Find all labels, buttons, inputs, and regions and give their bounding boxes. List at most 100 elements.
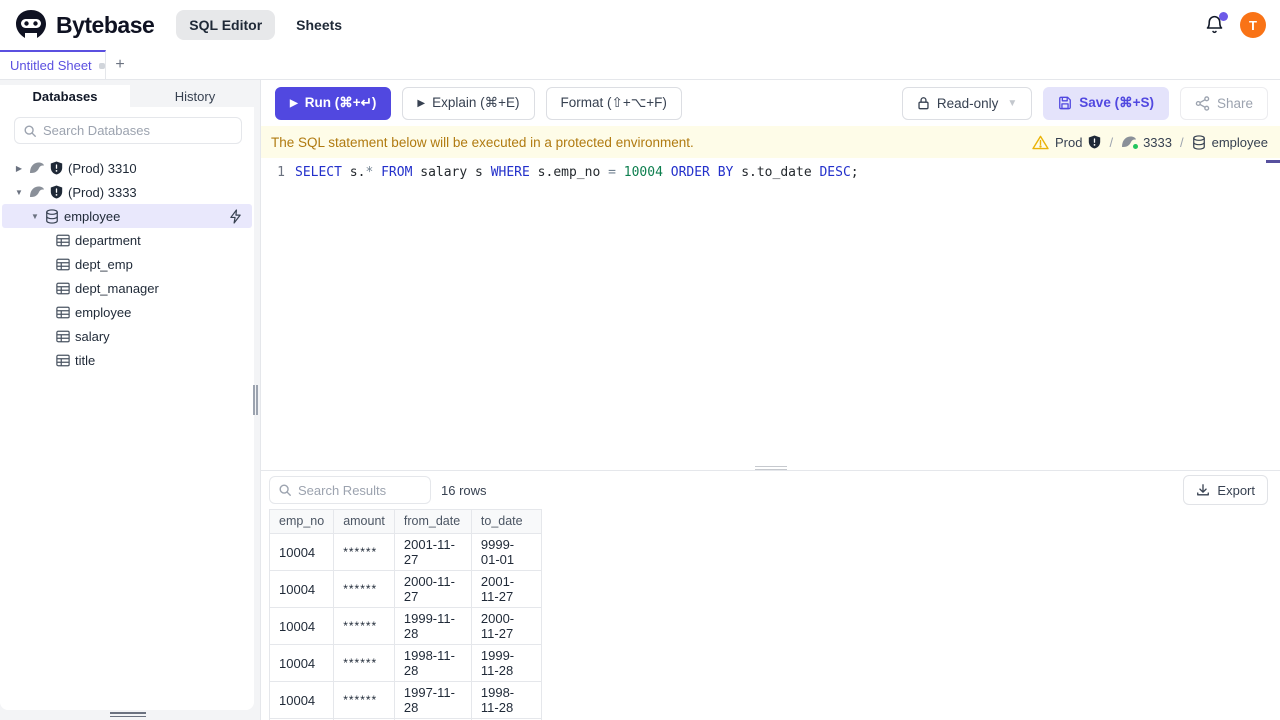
cell: 9999-01-01 — [470, 533, 542, 571]
instance-prod-3333[interactable]: ▼ (Prod) 3333 — [0, 180, 254, 204]
database-search[interactable] — [14, 117, 242, 144]
results-header: 16 rows Export — [261, 471, 1280, 509]
results-grid-container[interactable]: emp_no amount from_date to_date 10004 ******… — [261, 509, 1280, 720]
chevron-right-icon[interactable]: ▶ — [14, 164, 24, 173]
warning-icon — [1032, 135, 1049, 150]
mysql-icon — [29, 185, 45, 199]
search-icon — [278, 483, 292, 497]
tab-untitled-sheet[interactable]: Untitled Sheet — [0, 50, 106, 79]
results-search-input[interactable] — [298, 482, 422, 498]
column-header-amount[interactable]: amount — [333, 509, 395, 534]
table-item-department[interactable]: department — [0, 228, 254, 252]
chevron-down-icon[interactable]: ▼ — [30, 212, 40, 221]
unsaved-indicator — [98, 62, 105, 69]
database-icon — [1192, 134, 1206, 150]
database-name[interactable]: employee — [1212, 135, 1268, 150]
instance-link[interactable] — [1121, 135, 1139, 149]
column-header-emp_no[interactable]: emp_no — [268, 509, 335, 534]
separator: / — [1180, 134, 1184, 150]
sql-editor[interactable]: 1 SELECT s.* FROM salary s WHERE s.emp_n… — [261, 158, 1280, 470]
table-icon — [56, 306, 70, 319]
instance-prod-3310[interactable]: ▶ (Prod) 3310 — [0, 156, 254, 180]
table-row[interactable]: 10004 ****** 1997-11-28 1998-11-28 — [268, 681, 542, 719]
explain-label: Explain (⌘+E) — [432, 95, 520, 110]
sidebar-tabs: Databases History — [0, 80, 260, 107]
database-panel: ▶ (Prod) 3310 ▼ — [0, 107, 254, 710]
cell: 10004 — [268, 681, 335, 719]
database-icon — [45, 208, 59, 224]
cell: ****** — [333, 681, 395, 719]
table-row[interactable]: 10004 ****** 2001-11-27 9999-01-01 — [268, 533, 542, 571]
notification-dot — [1219, 12, 1228, 21]
explain-button[interactable]: ▶ Explain (⌘+E) — [402, 86, 535, 120]
readonly-mode-button[interactable]: Read-only ▼ — [901, 86, 1033, 120]
avatar[interactable]: T — [1240, 12, 1266, 38]
separator: / — [1109, 134, 1114, 150]
sql-token: s. — [341, 165, 366, 180]
column-header-to_date[interactable]: to_date — [470, 509, 542, 534]
format-button[interactable]: Format (⇧+⌥+F) — [545, 86, 682, 120]
table-label: title — [75, 352, 96, 368]
main-area: ▶ Run (⌘+↵) ▶ Explain (⌘+E) Format (⇧+⌥+… — [260, 80, 1280, 720]
play-icon: ▶ — [290, 97, 298, 109]
readonly-label: Read-only — [936, 95, 999, 111]
results-search[interactable] — [269, 476, 431, 504]
table-item-dept_manager[interactable]: dept_manager — [0, 276, 254, 300]
table-icon — [56, 234, 70, 247]
cell: 2000-11-27 — [393, 570, 472, 608]
sheet-tab-label: Untitled Sheet — [10, 58, 92, 73]
cell: 2001-11-27 — [393, 533, 472, 571]
database-label: employee — [64, 208, 121, 224]
protected-shield-icon — [50, 161, 63, 175]
export-label: Export — [1217, 482, 1255, 498]
results-table: emp_no amount from_date to_date 10004 ******… — [268, 509, 542, 720]
notification-bell-button[interactable] — [1204, 12, 1228, 36]
table-row[interactable]: 10004 ****** 2000-11-27 2001-11-27 — [268, 570, 542, 608]
instance-number[interactable]: 3333 — [1143, 135, 1172, 150]
column-header-from_date[interactable]: from_date — [393, 509, 472, 534]
protected-shield-icon — [1088, 135, 1101, 149]
bytebase-logo[interactable]: Bytebase — [14, 8, 155, 42]
export-button[interactable]: Export — [1183, 475, 1268, 505]
database-search-input[interactable] — [43, 123, 233, 138]
tab-databases[interactable]: Databases — [0, 85, 130, 107]
environment-label: Prod — [1054, 134, 1083, 150]
results-header-row: emp_no amount from_date to_date — [268, 509, 542, 534]
database-item-employee[interactable]: ▼ employee — [2, 204, 252, 228]
connect-bolt-icon[interactable] — [229, 208, 242, 224]
instance-label: (Prod) 3310 — [68, 160, 137, 176]
nav-sql-editor[interactable]: SQL Editor — [176, 10, 276, 40]
table-item-salary[interactable]: salary — [0, 324, 254, 348]
results-resize-handle[interactable] — [754, 466, 787, 470]
table-label: dept_emp — [75, 256, 133, 272]
save-button[interactable]: Save (⌘+S) — [1043, 86, 1169, 120]
line-number: 1 — [277, 165, 285, 180]
instance-label: (Prod) 3333 — [68, 184, 137, 200]
top-nav: SQL Editor Sheets — [176, 10, 355, 40]
overview-ruler-mark — [1266, 160, 1280, 163]
add-sheet-button[interactable]: + — [106, 50, 134, 79]
table-label: salary — [75, 328, 110, 344]
share-button[interactable]: Share — [1179, 86, 1268, 120]
sql-token: SELECT — [295, 165, 342, 180]
table-item-employee[interactable]: employee — [0, 300, 254, 324]
nav-sheets[interactable]: Sheets — [283, 10, 355, 40]
chevron-down-icon[interactable]: ▼ — [14, 188, 24, 197]
table-list: department dept_emp dept_manager employe… — [0, 228, 254, 372]
run-button[interactable]: ▶ Run (⌘+↵) — [275, 86, 392, 120]
cell: 1998-11-28 — [393, 644, 472, 682]
results-body: 10004 ****** 2001-11-27 9999-01-01 10004 ****… — [268, 533, 542, 720]
table-item-title[interactable]: title — [0, 348, 254, 372]
panel-resize-handle[interactable] — [110, 712, 146, 717]
table-row[interactable]: 10004 ****** 1998-11-28 1999-11-28 — [268, 644, 542, 682]
table-item-dept_emp[interactable]: dept_emp — [0, 252, 254, 276]
sql-token: s.to_date — [733, 165, 820, 180]
sql-code: SELECT s.* FROM salary s WHERE s.emp_no … — [295, 163, 859, 182]
sidebar-resize-handle[interactable] — [253, 385, 258, 415]
save-icon — [1058, 96, 1072, 110]
table-row[interactable]: 10004 ****** 1999-11-28 2000-11-27 — [268, 607, 542, 645]
share-label: Share — [1216, 95, 1253, 111]
tab-history[interactable]: History — [130, 85, 260, 107]
